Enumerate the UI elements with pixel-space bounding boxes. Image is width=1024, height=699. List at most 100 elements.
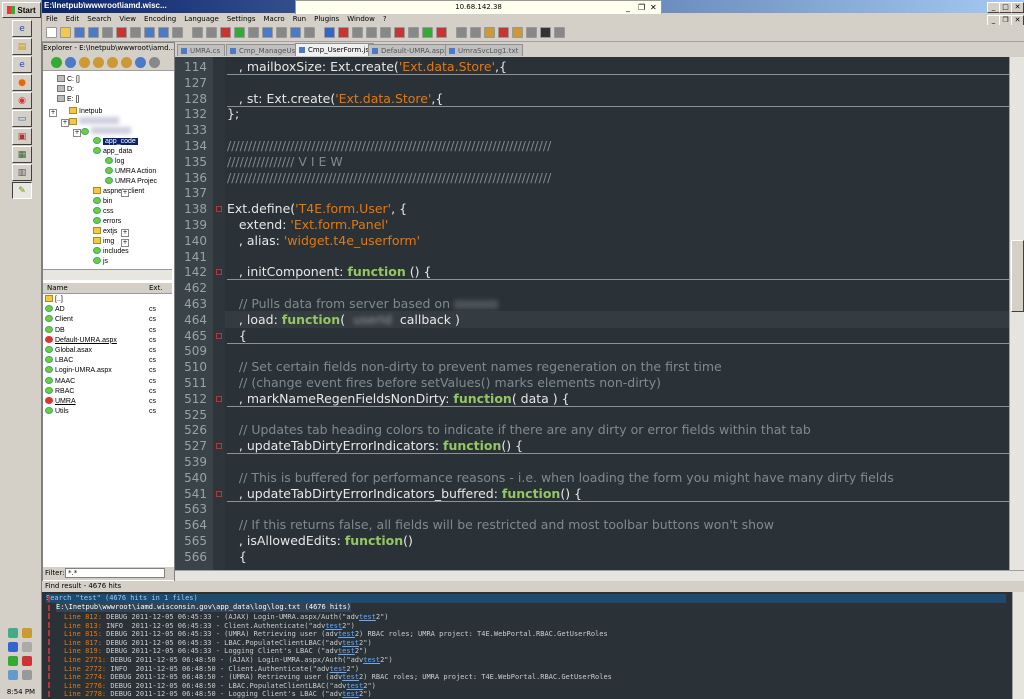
find-vertical-scrollbar[interactable] — [1012, 592, 1024, 699]
tree-item-redacted[interactable] — [81, 127, 131, 138]
find-hit-line[interactable]: Line 2774: DEBUG 2011-12-05 06:48:50 - (… — [64, 673, 612, 682]
toolbar-s-tool-icon[interactable] — [540, 27, 551, 38]
fold-toggle-icon[interactable] — [216, 206, 222, 213]
taskbar-app-explorer[interactable]: e — [12, 20, 32, 37]
menu-run[interactable]: Run — [289, 14, 310, 25]
toolbar-folder-icon[interactable] — [512, 27, 523, 38]
code-line[interactable]: // Pulls data from server based on — [227, 296, 498, 312]
remote-minimize-icon[interactable]: _ — [626, 1, 630, 14]
code-line[interactable]: Ext.define('T4E.form.User', { — [227, 201, 407, 217]
menu-window[interactable]: Window — [343, 14, 379, 25]
file-row[interactable]: Login-UMRA.aspx cs — [45, 366, 170, 376]
menu-settings[interactable]: Settings — [223, 14, 260, 25]
toolbar-doc-map-icon[interactable] — [484, 27, 495, 38]
file-row[interactable]: AD cs — [45, 305, 170, 315]
tab-umra-cs[interactable]: UMRA.cs — [177, 44, 226, 56]
toolbar-cut-icon[interactable] — [144, 27, 155, 38]
code-line[interactable]: , isAllowedEdits: function() — [227, 533, 413, 549]
editor-horizontal-scrollbar[interactable] — [175, 570, 1024, 581]
toolbar-save-icon[interactable] — [74, 27, 85, 38]
toolbar-function-list-icon[interactable] — [498, 27, 509, 38]
code-line[interactable]: ////////////////////////////////////////… — [227, 138, 551, 154]
file-row[interactable]: Client cs — [45, 315, 170, 325]
taskbar-app-folder[interactable]: ▤ — [12, 38, 32, 55]
code-line[interactable]: }; — [227, 106, 239, 122]
taskbar-clock[interactable]: 8:54 PM — [3, 688, 39, 696]
menu-search[interactable]: Search — [83, 14, 115, 25]
toolbar-close-icon[interactable] — [102, 27, 113, 38]
tree-expander-icon[interactable]: + — [73, 129, 81, 137]
taskbar-app-notepadpp[interactable]: ✎ — [12, 182, 32, 199]
code-line[interactable]: { — [227, 328, 247, 344]
tree-item[interactable]: extjs — [93, 227, 117, 237]
toolbar-show-all-icon[interactable] — [324, 27, 335, 38]
code-line[interactable]: , st: Ext.create('Ext.data.Store',{ — [227, 91, 443, 107]
tree-item[interactable]: app_code — [93, 137, 138, 147]
find-hit-line[interactable]: Line 2776: DEBUG 2011-12-05 06:48:50 - L… — [64, 682, 376, 691]
fold-toggle-icon[interactable] — [216, 269, 222, 276]
tray-volume-icon[interactable] — [22, 642, 32, 652]
fold-toggle-icon[interactable] — [216, 443, 222, 450]
code-line[interactable]: //////////////// V I E W — [227, 154, 343, 170]
tray-display-icon[interactable] — [8, 670, 18, 680]
tab-cmp-userform-js[interactable]: Cmp_UserForm.js — [295, 43, 375, 56]
tree-expander-icon[interactable]: + — [61, 119, 69, 127]
explorer-tool-2-icon[interactable] — [79, 57, 90, 68]
close-button[interactable]: ✕ — [1011, 2, 1024, 13]
find-results-panel[interactable]: Search "test" (4676 hits in 1 files) E:\… — [42, 592, 1012, 699]
find-file-path[interactable]: E:\Inetpub\wwwroot\iamd.wisconsin.gov\ap… — [56, 603, 352, 612]
toolbar-save-all-icon[interactable] — [88, 27, 99, 38]
explorer-tool-4-icon[interactable] — [107, 57, 118, 68]
toolbar-wrap-icon[interactable] — [290, 27, 301, 38]
toolbar-redo-icon[interactable] — [206, 27, 217, 38]
toolbar-lang-icon[interactable] — [422, 27, 433, 38]
toolbar-zoom-in-icon[interactable] — [248, 27, 259, 38]
find-hit-line[interactable]: Line 2771: DEBUG 2011-12-05 06:48:50 - (… — [64, 656, 393, 665]
editor-scroll-thumb[interactable] — [1011, 240, 1024, 312]
start-button[interactable]: Start — [2, 2, 41, 18]
toolbar-print-icon[interactable] — [130, 27, 141, 38]
find-hit-line[interactable]: Line 2778: DEBUG 2011-12-05 06:48:50 - L… — [64, 690, 372, 699]
taskbar-app-manager[interactable]: ▥ — [12, 164, 32, 181]
find-search-header[interactable]: Search "test" (4676 hits in 1 files) — [46, 594, 1006, 603]
code-line[interactable]: , mailboxSize: Ext.create('Ext.data.Stor… — [227, 59, 507, 75]
explorer-tool-6-icon[interactable] — [135, 57, 146, 68]
code-line[interactable]: , updateTabDirtyErrorIndicators_buffered… — [227, 486, 582, 502]
tree-item[interactable]: includes — [93, 247, 129, 257]
toolbar-paste-icon[interactable] — [172, 27, 183, 38]
file-row[interactable]: Default-UMRA.aspx cs — [45, 335, 170, 346]
explorer-tool-1-icon[interactable] — [65, 57, 76, 68]
tree-item[interactable]: errors — [93, 217, 121, 227]
taskbar-app-ie[interactable]: e — [12, 56, 32, 73]
editor-vertical-scrollbar[interactable] — [1009, 57, 1024, 570]
toolbar-zoom-out-icon[interactable] — [262, 27, 273, 38]
code-line[interactable]: // Updates tab heading colors to indicat… — [227, 422, 811, 438]
tree-expander-icon[interactable]: + — [121, 239, 129, 247]
toolbar-find-icon[interactable] — [220, 27, 231, 38]
toolbar-playback-icon[interactable] — [380, 27, 391, 38]
toolbar-replace-icon[interactable] — [234, 27, 245, 38]
tree-expander-icon[interactable]: + — [121, 229, 129, 237]
code-line[interactable]: , load: function( userId callback ) — [227, 312, 460, 328]
toolbar-settings-icon[interactable] — [554, 27, 565, 38]
tree-item[interactable]: UMRA Action — [105, 167, 156, 177]
tree-item[interactable]: js — [93, 257, 108, 267]
toolbar-fold-icon[interactable] — [456, 27, 467, 38]
code-line[interactable]: // This is buffered for performance reas… — [227, 470, 894, 486]
tree-item[interactable]: Inetpub — [69, 107, 102, 117]
taskbar-app-window[interactable]: ▭ — [12, 110, 32, 127]
file-row[interactable]: [..] — [45, 295, 170, 305]
taskbar-app-firefox[interactable]: ● — [12, 74, 32, 91]
tree-item[interactable]: img — [93, 237, 114, 247]
menu-view[interactable]: View — [115, 14, 140, 25]
menu-macro[interactable]: Macro — [260, 14, 289, 25]
find-hit-line[interactable]: Line 817: DEBUG 2011-12-05 06:45:33 - LB… — [64, 639, 372, 648]
remote-session-bar[interactable]: 10.68.142.38 _ ❐ ✕ — [295, 0, 662, 15]
tray-flag-icon[interactable] — [22, 656, 32, 666]
fold-toggle-icon[interactable] — [216, 395, 222, 402]
file-row[interactable]: UMRA cs — [45, 397, 170, 407]
menu-file[interactable]: File — [42, 14, 62, 25]
tray-security-icon[interactable] — [22, 628, 32, 638]
fold-toggle-icon[interactable] — [216, 490, 222, 497]
tree-item[interactable]: css — [93, 207, 114, 217]
